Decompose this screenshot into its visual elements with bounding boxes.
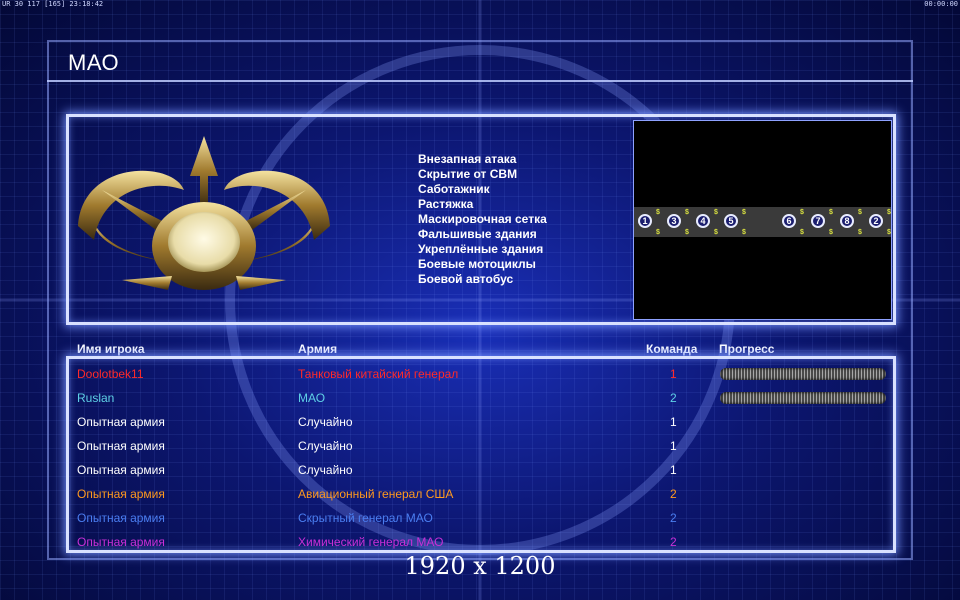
start-position-marker: 3 — [667, 214, 681, 228]
ability-item: Внезапная атака — [418, 152, 517, 166]
start-position-marker: 1 — [638, 214, 652, 228]
player-team: 1 — [670, 415, 677, 429]
ability-item: Боевой автобус — [418, 272, 514, 286]
faction-emblem — [78, 136, 330, 290]
supply-dollar-icon: $ — [800, 229, 804, 236]
column-team: Команда — [646, 342, 698, 356]
player-name: Опытная армия — [77, 487, 165, 501]
player-name: Опытная армия — [77, 463, 165, 477]
player-army: Химический генерал МАО — [298, 535, 444, 549]
player-team: 1 — [670, 367, 677, 381]
supply-dollar-icon: $ — [887, 229, 891, 236]
supply-dollar-icon: $ — [685, 229, 689, 236]
ability-item: Маскировочная сетка — [418, 212, 547, 226]
column-player: Имя игрока — [77, 342, 145, 356]
hud-left: UR 30 117 [165] 23:18:42 — [2, 0, 104, 8]
player-army: Скрытный генерал МАО — [298, 511, 433, 525]
start-position-marker: 4 — [696, 214, 710, 228]
ability-item: Саботажник — [418, 182, 490, 196]
player-team: 2 — [670, 535, 677, 549]
player-team: 2 — [670, 487, 677, 501]
player-team: 1 — [670, 463, 677, 477]
ability-item: Укреплённые здания — [418, 242, 544, 256]
supply-dollar-icon: $ — [829, 229, 833, 236]
supply-dollar-icon: $ — [858, 209, 862, 216]
player-row[interactable]: Опытная армия Случайно 1 — [0, 439, 960, 463]
hud-bar: UR 30 117 [165] 23:18:42 00:00:00 — [0, 0, 960, 8]
start-position-marker: 7 — [811, 214, 825, 228]
ability-item: Скрытие от СВМ — [418, 167, 518, 181]
player-team: 2 — [670, 511, 677, 525]
supply-dollar-icon: $ — [800, 209, 804, 216]
supply-dollar-icon: $ — [714, 209, 718, 216]
column-progress: Прогресс — [719, 342, 775, 356]
screen-title: МАО — [68, 50, 120, 75]
player-row[interactable]: Doolotbek11 Танковый китайский генерал 1 — [0, 367, 960, 391]
map-preview[interactable]: 1 $ $3 $ $4 $ $5 $ $6 $ $7 $ $8 $ $2 $ $ — [633, 120, 892, 320]
player-row[interactable]: Ruslan МАО 2 — [0, 391, 960, 415]
player-row[interactable]: Опытная армия Случайно 1 — [0, 415, 960, 439]
supply-dollar-icon: $ — [742, 209, 746, 216]
start-position-marker: 2 — [869, 214, 883, 228]
supply-dollar-icon: $ — [714, 229, 718, 236]
supply-dollar-icon: $ — [829, 209, 833, 216]
player-team: 2 — [670, 391, 677, 405]
player-name: Ruslan — [77, 391, 115, 405]
start-position-marker: 8 — [840, 214, 854, 228]
start-position-marker: 6 — [782, 214, 796, 228]
player-name: Опытная армия — [77, 415, 165, 429]
load-progress-bar — [720, 368, 886, 380]
header-bar — [47, 40, 913, 82]
ability-item: Боевые мотоциклы — [418, 257, 536, 271]
player-row[interactable]: Опытная армия Авиационный генерал США 2 — [0, 487, 960, 511]
player-army: МАО — [298, 391, 326, 405]
player-name: Doolotbek11 — [77, 367, 144, 381]
supply-dollar-icon: $ — [656, 229, 660, 236]
player-name: Опытная армия — [77, 535, 165, 549]
ability-item: Фальшивые здания — [418, 227, 537, 241]
hud-clock: 00:00:00 — [924, 0, 958, 8]
player-row[interactable]: Опытная армия Случайно 1 — [0, 463, 960, 487]
player-army: Случайно — [298, 415, 353, 429]
player-team: 1 — [670, 439, 677, 453]
resolution-label: 1920 x 1200 — [404, 552, 556, 580]
column-army: Армия — [298, 342, 338, 356]
supply-dollar-icon: $ — [685, 209, 689, 216]
supply-dollar-icon: $ — [742, 229, 746, 236]
player-name: Опытная армия — [77, 439, 165, 453]
general-abilities-list: Внезапная атака Скрытие от СВМ Саботажни… — [418, 152, 547, 287]
player-row[interactable]: Опытная армия Скрытный генерал МАО 2 — [0, 511, 960, 535]
start-position-marker: 5 — [724, 214, 738, 228]
player-army: Случайно — [298, 463, 353, 477]
load-progress-bar — [720, 392, 886, 404]
player-army: Танковый китайский генерал — [298, 367, 459, 381]
supply-dollar-icon: $ — [656, 209, 660, 216]
supply-dollar-icon: $ — [858, 229, 862, 236]
player-army: Авиационный генерал США — [298, 487, 454, 501]
ability-item: Растяжка — [418, 197, 474, 211]
supply-dollar-icon: $ — [887, 209, 891, 216]
player-army: Случайно — [298, 439, 353, 453]
player-name: Опытная армия — [77, 511, 165, 525]
